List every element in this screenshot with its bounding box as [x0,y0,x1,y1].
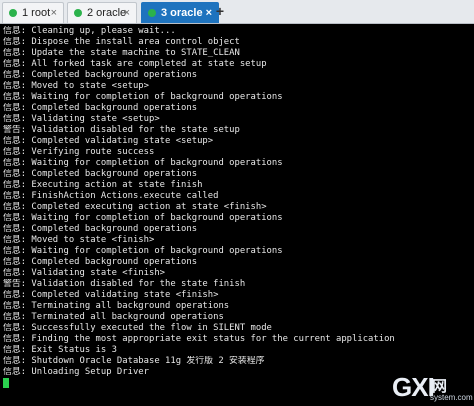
terminal-line: 信息: Completed background operations [3,103,198,113]
terminal-line: 信息: Terminated all background operations [3,312,224,322]
close-icon[interactable]: × [124,6,130,20]
tab-session-2-oracle[interactable]: 2 oracle × [67,2,137,23]
terminal-line: 信息: Waiting for completion of background… [3,246,283,256]
terminal-line: 信息: Completed background operations [3,257,198,267]
terminal-line: 信息: Completed validating state <finish> [3,290,219,300]
terminal-line: 信息: FinishAction Actions.execute called [3,191,219,201]
tab-session-3-oracle[interactable]: 3 oracle × [141,2,219,23]
new-tab-button[interactable]: + [211,3,229,21]
terminal-line: 警告: Validation disabled for the state fi… [3,279,246,289]
terminal-window: 1 root × 2 oracle × 3 oracle × + 信息: Cle… [0,0,474,406]
tab-label: 1 root [22,7,51,19]
tab-label: 3 oracle [161,7,203,19]
watermark-logo-text: GXI [392,372,435,402]
terminal-line: 信息: Cleaning up, please wait... [3,26,176,36]
status-dot-icon [9,9,17,17]
terminal-line: 信息: Moved to state <finish> [3,235,155,245]
terminal-line: 信息: Completed background operations [3,70,198,80]
terminal-line: 信息: Update the state machine to STATE_CL… [3,48,240,58]
terminal-line: 信息: Completed background operations [3,169,198,179]
tab-label: 2 oracle [87,7,127,19]
watermark-site-text: system.com [430,393,473,402]
terminal-line: 信息: Moved to state <setup> [3,81,149,91]
watermark-logo: GXI 网 system.com [392,372,473,403]
terminal-line: 信息: Waiting for completion of background… [3,213,283,223]
terminal-line: 信息: Terminating all background operation… [3,301,230,311]
tab-bar: 1 root × 2 oracle × 3 oracle × + [0,0,474,24]
close-icon[interactable]: × [51,6,57,20]
terminal-line: 信息: Shutdown Oracle Database 11g 发行版 2 安… [3,356,265,366]
terminal-line: 信息: Completed validating state <setup> [3,136,214,146]
terminal-output[interactable]: 信息: Cleaning up, please wait... 信息: Dispo… [3,26,471,402]
terminal-line: 信息: Exit Status is 3 [3,345,117,355]
terminal-line: 警告: Validation disabled for the state se… [3,125,240,135]
terminal-line: 信息: Successfully executed the flow in SI… [3,323,272,333]
terminal-line: 信息: Completed executing action at state … [3,202,267,212]
terminal-line: 信息: Executing action at state finish [3,180,203,190]
terminal-line: 信息: Dispose the install area control obj… [3,37,240,47]
terminal-line: 信息: All forked task are completed at sta… [3,59,267,69]
status-dot-icon [148,9,156,17]
cursor-icon [3,378,9,388]
terminal-line: 信息: Validating state <finish> [3,268,166,278]
terminal-line: 信息: Waiting for completion of background… [3,158,283,168]
terminal-line: 信息: Verifying route success [3,147,155,157]
status-dot-icon [74,9,82,17]
terminal-line: 信息: Finding the most appropriate exit st… [3,334,395,344]
terminal-line: 信息: Waiting for completion of background… [3,92,283,102]
tab-session-1-root[interactable]: 1 root × [2,2,64,23]
terminal-line: 信息: Completed background operations [3,224,198,234]
terminal-line: 信息: Validating state <setup> [3,114,160,124]
